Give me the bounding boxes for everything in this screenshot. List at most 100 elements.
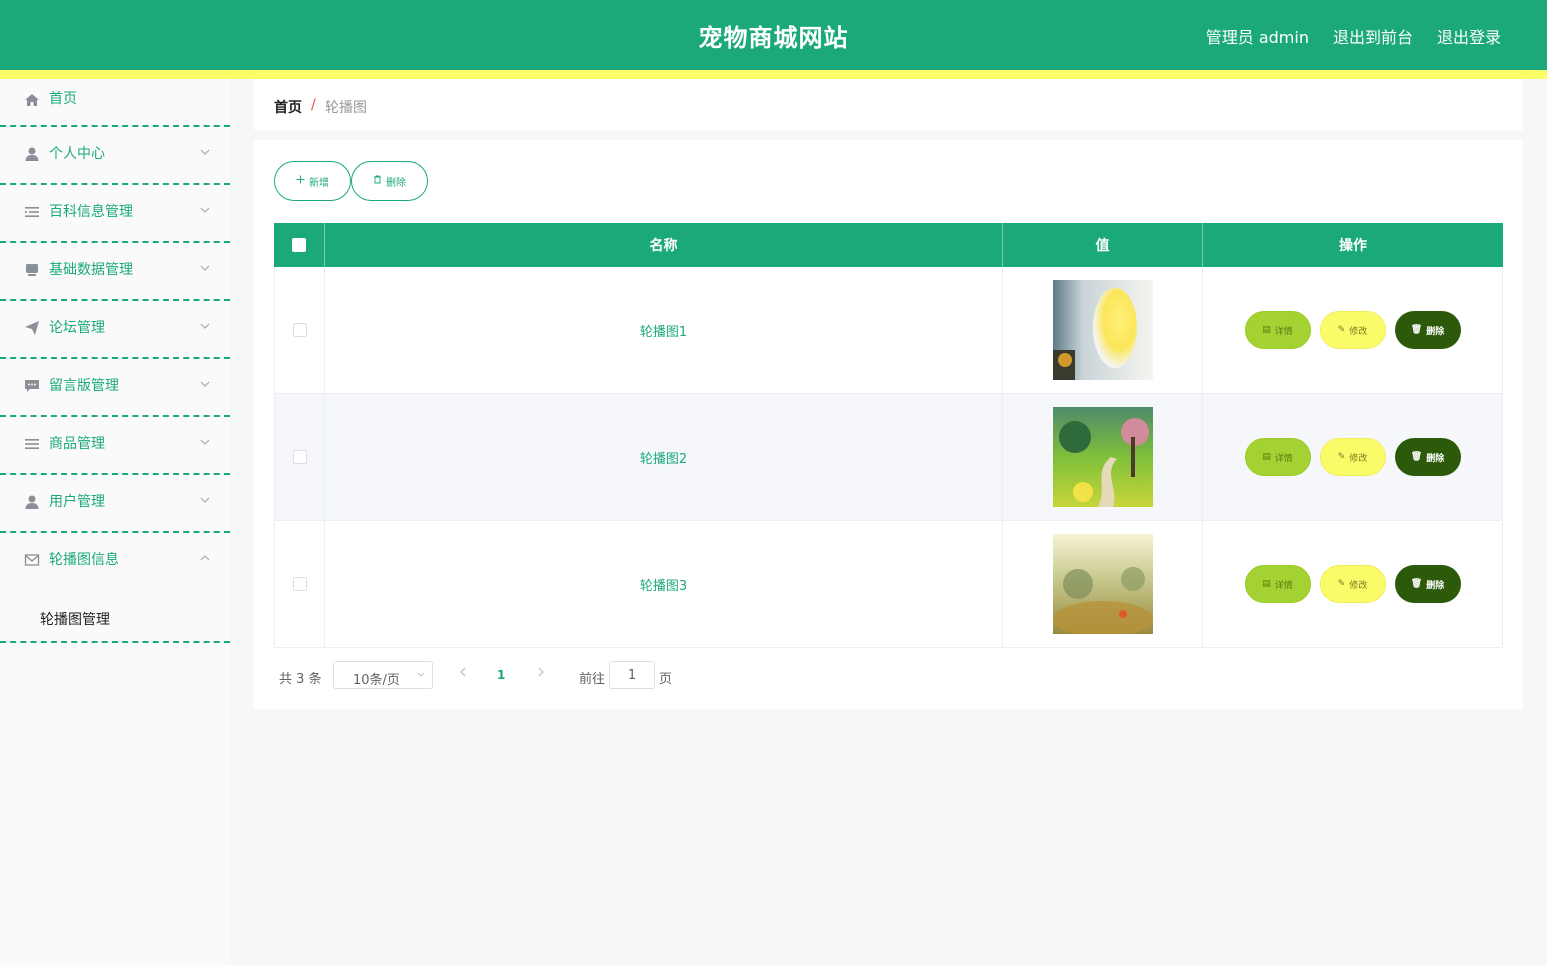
trash-icon: 🗑 [1410, 325, 1423, 335]
sidebar-item-label: 留言版管理 [49, 378, 119, 394]
top-header: 宠物商城网站 管理员 admin 退出到前台 退出登录 [0, 0, 1547, 70]
table-header: 名称 值 操作 [274, 223, 1503, 267]
header-stripe [0, 70, 1547, 79]
chevron-down-icon [200, 263, 210, 273]
row-name: 轮播图1 [325, 267, 1003, 393]
breadcrumb: 首页 / 轮播图 [254, 79, 1523, 130]
page-suffix: 页 [659, 672, 673, 687]
sidebar-item-label: 商品管理 [49, 436, 105, 452]
header-links: 管理员 admin 退出到前台 退出登录 [1206, 24, 1501, 48]
chevron-down-icon [200, 495, 210, 505]
next-page-button[interactable] [536, 666, 546, 682]
edit-label: 修改 [1349, 453, 1368, 464]
trash-icon: 🗑 [1410, 452, 1423, 462]
logout-link[interactable]: 退出登录 [1437, 24, 1501, 48]
chevron-down-icon [200, 147, 210, 157]
user-icon [24, 494, 40, 510]
detail-button[interactable]: ▤ 详情 [1244, 438, 1311, 476]
sidebar-item-label: 轮播图信息 [49, 552, 119, 568]
chevron-up-icon [200, 553, 210, 563]
table-row: 轮播图3 ▤ 详情 ✎ 修改 🗑 删除 [274, 521, 1503, 648]
row-checkbox[interactable] [292, 323, 307, 337]
batch-delete-label: 删除 [386, 177, 406, 189]
row-check-cell [275, 394, 325, 520]
row-name: 轮播图2 [325, 394, 1003, 520]
sidebar-item-personal-center[interactable]: 个人中心 [0, 127, 230, 185]
goto-label: 前往 [579, 672, 606, 687]
send-icon [24, 320, 40, 336]
page-number[interactable]: 1 [497, 668, 505, 682]
detail-label: 详情 [1274, 580, 1293, 591]
select-all-cell [274, 223, 325, 267]
delete-label: 删除 [1426, 326, 1445, 337]
table-row: 轮播图1 ▤ 详情 ✎ 修改 🗑 删除 [274, 267, 1503, 394]
document-icon: ▤ [1262, 579, 1271, 589]
sidebar-item-products[interactable]: 商品管理 [0, 417, 230, 475]
column-header-actions: 操作 [1339, 238, 1367, 254]
user-icon [24, 146, 40, 162]
sidebar-item-basic-data[interactable]: 基础数据管理 [0, 243, 230, 301]
sidebar-item-encyclopedia[interactable]: 百科信息管理 [0, 185, 230, 243]
sidebar-item-label: 用户管理 [49, 494, 105, 510]
detail-label: 详情 [1274, 326, 1293, 337]
row-actions: ▤ 详情 ✎ 修改 🗑 删除 [1203, 267, 1502, 393]
edit-button[interactable]: ✎ 修改 [1319, 311, 1386, 349]
mail-icon [24, 552, 40, 568]
main-panel: 新增 删除 名称 值 操作 轮播图1 ▤ 详情 ✎ 修改 🗑 删除 轮播图2 ▤… [254, 140, 1523, 709]
sidebar: 首页 个人中心 百科信息管理 基础数据管理 论坛管理 留言版管理 商品管理 用户… [0, 79, 230, 965]
delete-label: 删除 [1426, 580, 1445, 591]
sidebar-item-label: 基础数据管理 [49, 262, 133, 278]
chat-icon [24, 378, 40, 394]
home-icon [24, 92, 40, 108]
sidebar-item-users[interactable]: 用户管理 [0, 475, 230, 533]
row-checkbox[interactable] [292, 577, 307, 591]
row-check-cell [275, 521, 325, 647]
chevron-down-icon [200, 205, 210, 215]
pencil-icon: ✎ [1337, 325, 1346, 335]
delete-button[interactable]: 🗑 删除 [1394, 311, 1461, 349]
detail-label: 详情 [1274, 453, 1293, 464]
document-icon: ▤ [1262, 325, 1271, 335]
breadcrumb-separator: / [311, 97, 316, 113]
pencil-icon: ✎ [1337, 579, 1346, 589]
sidebar-item-carousel[interactable]: 轮播图信息 轮播图管理 [0, 533, 230, 643]
sidebar-subitem-carousel-management[interactable]: 轮播图管理 [40, 609, 110, 629]
delete-button[interactable]: 🗑 删除 [1394, 565, 1461, 603]
column-header-name: 名称 [325, 223, 1003, 267]
row-actions: ▤ 详情 ✎ 修改 🗑 删除 [1203, 394, 1502, 520]
table-row: 轮播图2 ▤ 详情 ✎ 修改 🗑 删除 [274, 394, 1503, 521]
sidebar-item-home[interactable]: 首页 [0, 79, 230, 127]
select-all-checkbox[interactable] [292, 238, 306, 252]
row-name: 轮播图3 [325, 521, 1003, 647]
delete-label: 删除 [1426, 453, 1445, 464]
sidebar-item-label: 首页 [49, 91, 77, 107]
detail-button[interactable]: ▤ 详情 [1244, 311, 1311, 349]
goto-page-input[interactable] [609, 661, 655, 689]
sidebar-item-guestbook[interactable]: 留言版管理 [0, 359, 230, 417]
breadcrumb-home[interactable]: 首页 [274, 97, 302, 117]
pagination: 共 3 条 10条/页 1 前往 页 [274, 661, 774, 689]
admin-user-link[interactable]: 管理员 admin [1206, 24, 1309, 48]
trash-icon: 🗑 [1410, 579, 1423, 589]
exit-to-frontend-link[interactable]: 退出到前台 [1333, 24, 1413, 48]
delete-button[interactable]: 🗑 删除 [1394, 438, 1461, 476]
carousel-thumbnail [1052, 534, 1153, 634]
pencil-icon: ✎ [1337, 452, 1346, 462]
column-header-value: 值 [1003, 223, 1203, 267]
prev-page-button[interactable] [458, 666, 468, 682]
edit-label: 修改 [1349, 580, 1368, 591]
sidebar-item-forum[interactable]: 论坛管理 [0, 301, 230, 359]
add-button-label: 新增 [309, 177, 329, 189]
plus-icon [296, 175, 305, 187]
edit-label: 修改 [1349, 326, 1368, 337]
trash-icon [373, 175, 382, 187]
detail-button[interactable]: ▤ 详情 [1244, 565, 1311, 603]
add-button[interactable]: 新增 [274, 161, 351, 201]
edit-button[interactable]: ✎ 修改 [1319, 438, 1386, 476]
row-checkbox[interactable] [292, 450, 307, 464]
sidebar-item-label: 论坛管理 [49, 320, 105, 336]
edit-button[interactable]: ✎ 修改 [1319, 565, 1386, 603]
batch-delete-button[interactable]: 删除 [351, 161, 428, 201]
page-size-select[interactable]: 10条/页 [333, 661, 433, 689]
list-icon [24, 204, 40, 220]
